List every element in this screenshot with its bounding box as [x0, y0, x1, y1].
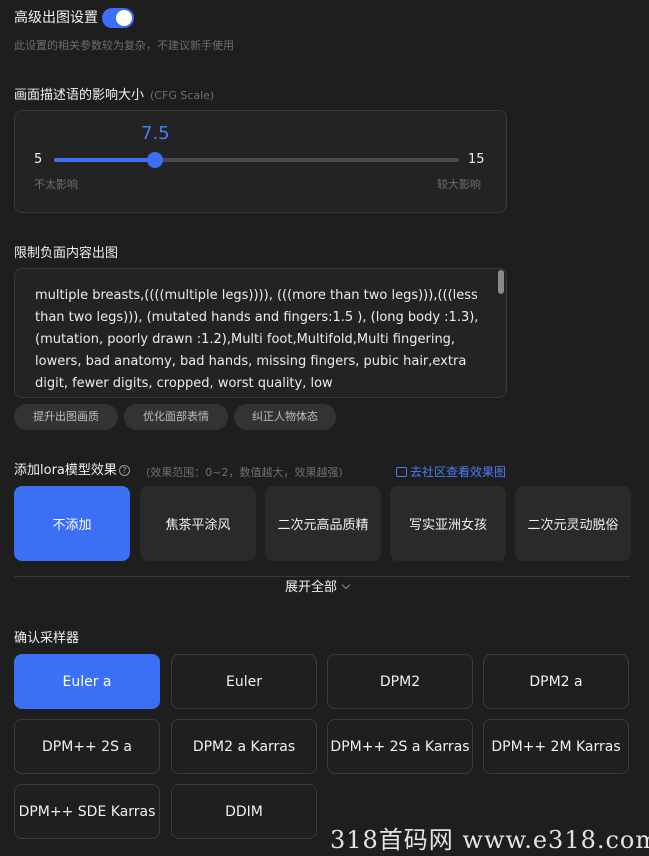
toggle-knob — [116, 10, 132, 26]
chip-correct-pose[interactable]: 纠正人物体态 — [234, 404, 336, 430]
lora-option[interactable]: 二次元灵动脱俗 — [515, 486, 631, 561]
sampler-option[interactable]: DPM++ SDE Karras — [14, 784, 160, 839]
negative-prompt-scrollbar[interactable] — [498, 270, 504, 294]
cfg-scale-max: 15 — [468, 152, 485, 167]
negative-prompt-text: multiple breasts,((((multiple legs)))), … — [35, 288, 479, 391]
cfg-slider-thumb[interactable] — [147, 152, 163, 168]
cfg-slider-fill — [54, 158, 155, 162]
sampler-option[interactable]: DPM++ 2S a — [14, 719, 160, 774]
lora-community-link-label: 去社区查看效果图 — [410, 465, 507, 479]
image-icon — [396, 467, 407, 477]
question-circle-icon[interactable]: ? — [118, 465, 130, 476]
negative-prompt-textarea[interactable]: multiple breasts,((((multiple legs)))), … — [14, 268, 507, 398]
sampler-option[interactable]: DDIM — [171, 784, 317, 839]
cfg-scale-low-label: 不太影响 — [34, 178, 78, 191]
sampler-option[interactable]: Euler — [171, 654, 317, 709]
expand-all-button[interactable]: 展开全部 — [285, 579, 351, 597]
cfg-scale-high-label: 较大影响 — [437, 178, 481, 191]
cfg-scale-value: 7.5 — [141, 123, 170, 144]
sampler-option[interactable]: DPM++ 2S a Karras — [327, 719, 473, 774]
cfg-scale-label: 画面描述语的影响大小 — [14, 88, 145, 103]
divider — [14, 576, 630, 577]
lora-title-label: 添加lora模型效果 — [14, 463, 117, 478]
sampler-option[interactable]: DPM++ 2M Karras — [483, 719, 629, 774]
lora-option[interactable]: 焦茶平涂风 — [140, 486, 256, 561]
negative-prompt-title: 限制负面内容出图 — [14, 246, 119, 261]
chip-improve-quality[interactable]: 提升出图画质 — [14, 404, 118, 430]
chip-optimize-face[interactable]: 优化面部表情 — [124, 404, 228, 430]
expand-all-label: 展开全部 — [285, 580, 338, 595]
advanced-settings-hint: 此设置的相关参数较为复杂，不建议新手使用 — [14, 39, 234, 52]
lora-option[interactable]: 写实亚洲女孩 — [390, 486, 506, 561]
cfg-scale-subtitle: (CFG Scale) — [150, 89, 215, 102]
cfg-scale-title: 画面描述语的影响大小 (CFG Scale) — [14, 87, 214, 105]
sampler-option[interactable]: DPM2 a — [483, 654, 629, 709]
sampler-title: 确认采样器 — [14, 631, 80, 646]
sampler-option[interactable]: DPM2 a Karras — [171, 719, 317, 774]
lora-hint: (效果范围：0~2，数值越大，效果越强) — [146, 466, 343, 479]
chevron-down-icon — [341, 580, 351, 590]
watermark: 318首码网 www.e318.com — [330, 826, 649, 854]
lora-option-none[interactable]: 不添加 — [14, 486, 130, 561]
cfg-scale-min: 5 — [34, 152, 43, 167]
lora-title: 添加lora模型效果? — [14, 462, 130, 480]
lora-community-link[interactable]: 去社区查看效果图 — [396, 463, 506, 480]
advanced-settings-title: 高级出图设置 — [14, 10, 98, 26]
advanced-settings-toggle[interactable] — [102, 8, 134, 28]
sampler-option[interactable]: DPM2 — [327, 654, 473, 709]
lora-option[interactable]: 二次元高品质精 — [265, 486, 381, 561]
sampler-option[interactable]: Euler a — [14, 654, 160, 709]
